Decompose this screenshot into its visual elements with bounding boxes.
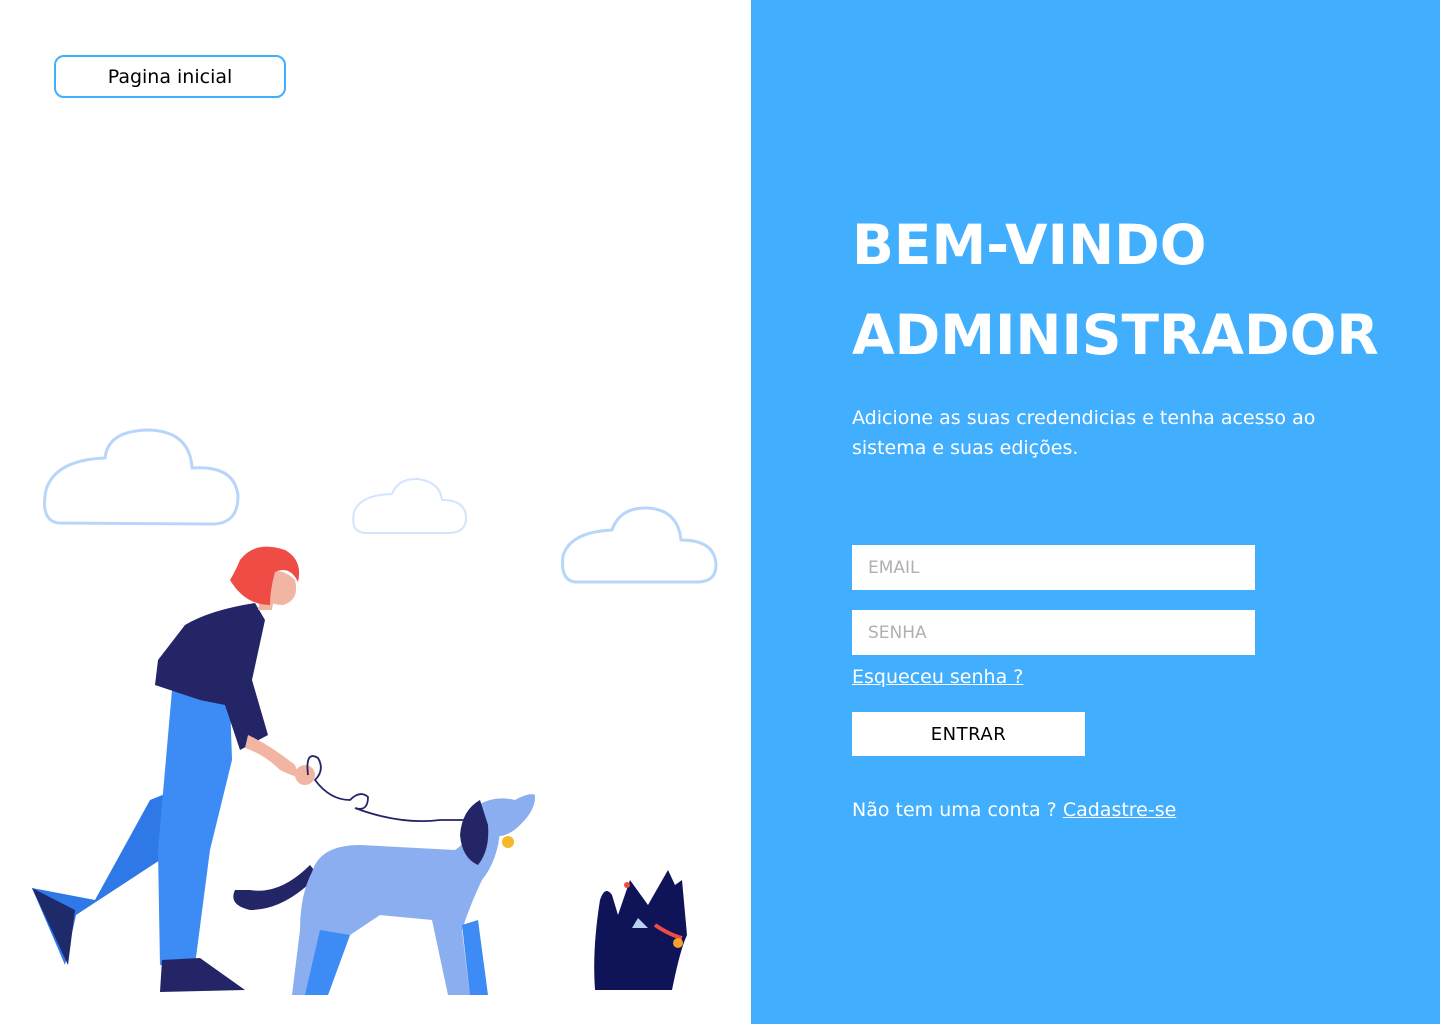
password-field[interactable] [852, 610, 1255, 655]
email-field[interactable] [852, 545, 1255, 590]
login-button[interactable]: ENTRAR [852, 712, 1085, 756]
page-title: BEM-VINDO ADMINISTRADOR [852, 200, 1432, 380]
cloud-icon [43, 428, 240, 526]
subtitle: Adicione as suas credendicias e tenha ac… [852, 407, 1316, 459]
woman-figure [32, 546, 315, 992]
forgot-password-link[interactable]: Esqueceu senha ? [852, 666, 1023, 688]
cloud-icon [352, 477, 467, 534]
cloud-icon [561, 506, 718, 584]
signup-row: Não tem uma conta ? Cadastre-se [852, 799, 1176, 821]
left-panel: Pagina inicial [0, 0, 751, 1024]
small-dog-figure [594, 870, 687, 990]
login-page: Pagina inicial BEM-VINDO ADMINISTRADOR A… [0, 0, 1440, 1024]
woman-walking-dogs-illustration [32, 428, 718, 995]
home-button[interactable]: Pagina inicial [54, 55, 286, 98]
title-line-welcome: BEM-VINDO [852, 213, 1207, 277]
signup-prompt: Não tem uma conta ? [852, 799, 1057, 821]
right-panel: BEM-VINDO ADMINISTRADOR Adicione as suas… [751, 0, 1440, 1024]
dog-figure [233, 794, 536, 995]
signup-link[interactable]: Cadastre-se [1063, 799, 1177, 821]
title-line-admin: ADMINISTRADOR [852, 303, 1379, 367]
